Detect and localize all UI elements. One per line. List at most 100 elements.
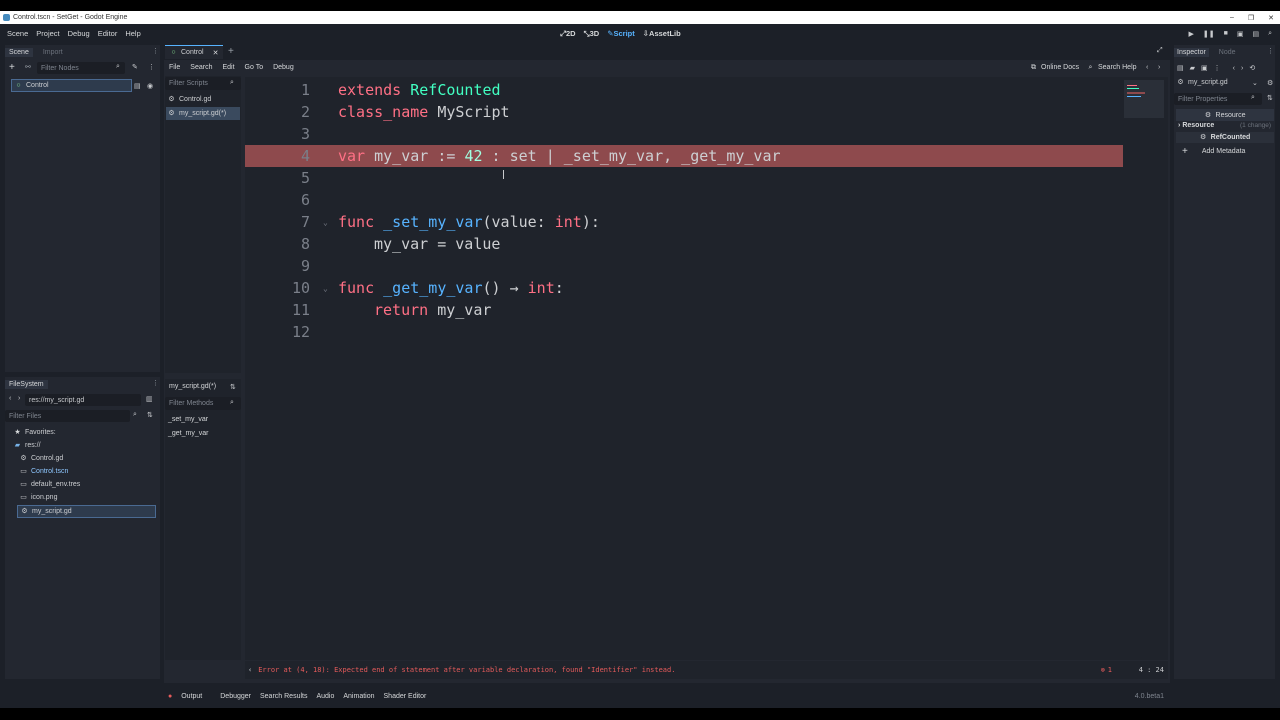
minimize-button[interactable]: – xyxy=(1230,14,1234,21)
tab-debugger[interactable]: Debugger xyxy=(220,693,251,700)
method-item[interactable]: _set_my_var xyxy=(168,416,208,423)
resource-header-button[interactable]: ⚙ Resource xyxy=(1176,109,1274,121)
stop-icon[interactable]: ■ xyxy=(1224,30,1228,37)
scene-tab-control[interactable]: ○ Control ✕ xyxy=(165,45,224,59)
code-minimap[interactable] xyxy=(1124,80,1164,118)
script-icon[interactable]: ▤ xyxy=(134,82,141,90)
res-root-folder[interactable]: ▰ res:// xyxy=(14,442,41,449)
tab-scene[interactable]: Scene xyxy=(5,47,33,57)
script-list-item[interactable]: ⚙ Control.gd xyxy=(168,96,211,103)
code-line-11: return my_var xyxy=(374,301,491,319)
line-number: 11 xyxy=(291,301,310,319)
collapse-panel-icon[interactable]: ‹ xyxy=(248,666,252,674)
sort-icon[interactable]: ⇅ xyxy=(147,411,153,419)
mode-2d-button[interactable]: ⤢2D xyxy=(560,29,576,39)
mode-3d-button[interactable]: ⤡3D xyxy=(584,29,600,39)
code-line-7: func _set_my_var(value: int): xyxy=(338,213,600,231)
menu-editor[interactable]: Editor xyxy=(94,29,122,38)
tab-shader-editor[interactable]: Shader Editor xyxy=(384,693,427,700)
online-docs-link[interactable]: ⧉ Online Docs xyxy=(1030,64,1079,71)
menu-help[interactable]: Help xyxy=(121,29,144,38)
play-icon[interactable]: ▶ xyxy=(1188,30,1193,38)
menu-debug[interactable]: Debug xyxy=(64,29,94,38)
method-item[interactable]: _get_my_var xyxy=(168,430,208,437)
script-menu-edit[interactable]: Edit xyxy=(222,64,234,71)
tab-animation[interactable]: Animation xyxy=(343,693,374,700)
filter-files-input[interactable]: Filter Files xyxy=(5,410,130,422)
search-help-link[interactable]: ⌕ Search Help xyxy=(1087,64,1137,71)
file-item-selected[interactable]: ⚙ my_script.gd xyxy=(17,505,156,518)
tab-inspector[interactable]: Inspector xyxy=(1174,47,1209,57)
tab-search-results[interactable]: Search Results xyxy=(260,693,307,700)
menu-scene[interactable]: Scene xyxy=(0,29,32,38)
scene-dock-tabs: Scene Import xyxy=(5,46,73,58)
chevron-down-icon[interactable]: ⌄ xyxy=(1252,79,1258,87)
play-custom-icon[interactable]: ▤ xyxy=(1252,30,1259,38)
inspector-options-icon[interactable]: ⇅ xyxy=(1267,94,1273,102)
line-number: 1 xyxy=(300,81,310,99)
history-forward-icon[interactable]: › xyxy=(1241,65,1243,72)
split-view-icon[interactable]: ▥ xyxy=(146,395,153,403)
history-icon[interactable]: ⟲ xyxy=(1249,64,1255,72)
script-menu-file[interactable]: File xyxy=(169,64,180,71)
favorites-folder[interactable]: ★ Favorites: xyxy=(14,429,55,436)
fold-arrow-icon[interactable]: ⌄ xyxy=(323,218,328,227)
object-menu-icon[interactable]: ⚙ xyxy=(1267,79,1273,87)
movie-icon[interactable]: ⌕ xyxy=(1268,30,1272,38)
tab-filesystem[interactable]: FileSystem xyxy=(5,379,48,389)
link-icon[interactable]: ⚯ xyxy=(25,63,31,71)
file-item[interactable]: ▭ Control.tscn xyxy=(20,468,68,475)
script-menu-goto[interactable]: Go To xyxy=(245,64,264,71)
visibility-eye-icon[interactable]: ◉ xyxy=(147,82,153,90)
prev-script-icon[interactable]: ‹ xyxy=(1146,64,1148,71)
history-back-icon[interactable]: ‹ xyxy=(1233,65,1235,72)
new-resource-icon[interactable]: ▤ xyxy=(1177,64,1184,72)
file-item[interactable]: ⚙ Control.gd xyxy=(20,455,63,462)
file-label: icon.png xyxy=(31,494,58,501)
file-item[interactable]: ▭ default_env.tres xyxy=(20,481,80,488)
file-item[interactable]: ▭ icon.png xyxy=(20,494,57,501)
forward-arrow-icon[interactable]: › xyxy=(18,395,20,402)
error-counter[interactable]: ⊗ 1 xyxy=(1101,666,1112,674)
error-message[interactable]: Error at (4, 18): Expected end of statem… xyxy=(258,666,675,674)
add-metadata-button[interactable]: + Add Metadata xyxy=(1182,146,1245,157)
save-icon[interactable]: ▣ xyxy=(1201,64,1208,72)
sort-methods-icon[interactable]: ⇅ xyxy=(230,383,236,391)
fold-arrow-icon[interactable]: ⌄ xyxy=(323,284,328,293)
close-window-button[interactable]: ✕ xyxy=(1268,14,1274,22)
tab-node[interactable]: Node xyxy=(1209,48,1246,57)
inspected-resource[interactable]: ⚙ my_script.gd xyxy=(1177,79,1227,86)
error-count: 1 xyxy=(1107,666,1112,674)
play-scene-icon[interactable]: ▣ xyxy=(1237,30,1244,38)
tab-output[interactable]: ● Output xyxy=(168,693,211,700)
open-folder-icon[interactable]: ▰ xyxy=(1190,64,1195,72)
mode-assetlib-button[interactable]: ⇩AssetLib xyxy=(643,29,681,38)
filter-properties-input[interactable]: Filter Properties xyxy=(1174,93,1262,105)
distraction-free-icon[interactable]: ⤢ xyxy=(1157,47,1163,55)
filesystem-path-input[interactable]: res://my_script.gd xyxy=(25,394,141,406)
new-scene-tab-icon[interactable]: + xyxy=(228,46,234,57)
search-icon: ⌕ xyxy=(230,399,234,406)
scene-tree-node-control[interactable]: ○ Control xyxy=(11,79,132,92)
tab-import[interactable]: Import xyxy=(33,48,73,57)
pause-icon[interactable]: ❚❚ xyxy=(1203,30,1215,38)
scene-dock-menu-icon[interactable]: ⋮ xyxy=(152,47,159,55)
script-menu-debug[interactable]: Debug xyxy=(273,64,294,71)
maximize-button[interactable]: ❐ xyxy=(1248,14,1254,22)
script-menu-search[interactable]: Search xyxy=(190,64,212,71)
more-options-icon[interactable]: ⋮ xyxy=(148,63,155,71)
tab-audio[interactable]: Audio xyxy=(316,693,334,700)
close-tab-icon[interactable]: ✕ xyxy=(213,49,219,57)
next-script-icon[interactable]: › xyxy=(1158,64,1160,71)
filesystem-menu-icon[interactable]: ⋮ xyxy=(152,379,159,387)
inspector-menu-icon[interactable]: ⋮ xyxy=(1267,47,1274,55)
menu-project[interactable]: Project xyxy=(32,29,63,38)
more-icon[interactable]: ⋮ xyxy=(1214,64,1221,72)
script-attach-icon[interactable]: ✎ xyxy=(132,63,138,71)
add-node-icon[interactable]: + xyxy=(9,62,15,73)
mode-script-button[interactable]: ✎Script xyxy=(607,29,635,38)
back-arrow-icon[interactable]: ‹ xyxy=(9,395,11,402)
resource-section-toggle[interactable]: › Resource xyxy=(1178,122,1214,129)
filter-nodes-input[interactable]: Filter Nodes xyxy=(37,62,125,74)
script-list-item-selected[interactable]: ⚙ my_script.gd(*) xyxy=(166,107,240,120)
